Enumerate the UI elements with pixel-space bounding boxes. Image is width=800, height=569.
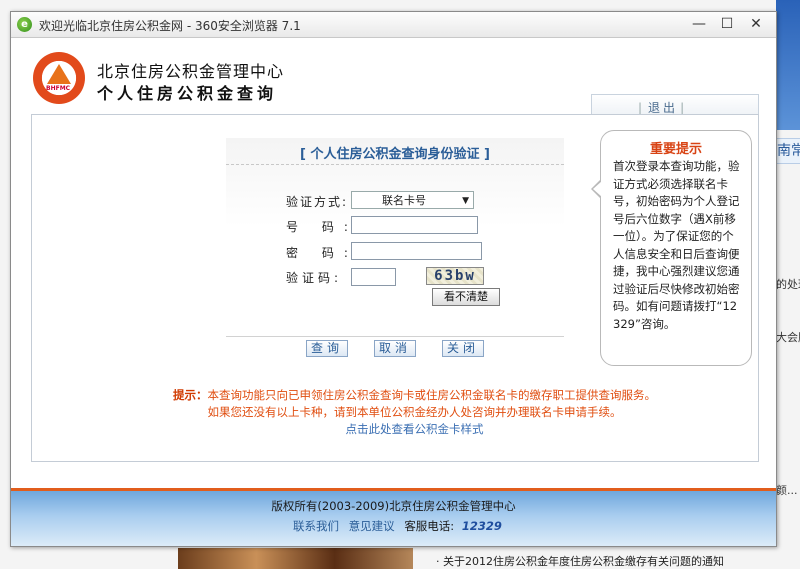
background-photo	[178, 548, 413, 569]
login-form: [ 个人住房公积金查询身份验证 ] 验证方式: 联名卡号 ▼ 号 码: 密 码:…	[226, 138, 564, 361]
browser-logo-icon: e	[17, 17, 32, 32]
form-header: [ 个人住房公积金查询身份验证 ]	[226, 138, 564, 165]
close-icon[interactable]: ✕	[744, 14, 768, 34]
notice-text-1: 本查询功能只向已申领住房公积金查询卡或住房公积金联名卡的缴存职工提供查询服务。	[207, 388, 657, 402]
window-titlebar[interactable]: e 欢迎光临北京住房公积金网 - 360安全浏览器 7.1 — ☐ ✕	[11, 12, 776, 38]
cancel-button[interactable]: 取消	[374, 340, 416, 357]
form-title: [ 个人住房公积金查询身份验证 ]	[300, 147, 490, 162]
feedback-link[interactable]: 意见建议	[349, 519, 395, 533]
method-select[interactable]: 联名卡号 ▼	[351, 191, 474, 209]
notice-prefix: 提示：	[173, 388, 208, 402]
query-button[interactable]: 查询	[306, 340, 348, 357]
notice-line-2: 如果您还没有以上卡种，请到本单位公积金经办人处咨询并办理联名卡申请手续。	[207, 405, 622, 419]
copyright: 版权所有(2003-2009)北京住房公积金管理中心	[271, 499, 516, 513]
minimize-icon[interactable]: —	[687, 14, 711, 34]
main-panel: [ 个人住房公积金查询身份验证 ] 验证方式: 联名卡号 ▼ 号 码: 密 码:…	[31, 114, 759, 462]
captcha-label: 验证码:	[286, 271, 343, 285]
tip-pointer-inner	[593, 181, 602, 197]
captcha-input[interactable]	[351, 268, 396, 286]
maximize-icon[interactable]: ☐	[715, 14, 739, 34]
tip-body: 首次登录本查询功能，验证方式必须选择联名卡号，初始密码为个人登记号后六位数字（遇…	[613, 159, 740, 331]
hotline-number: 12329	[461, 519, 502, 533]
notice-line-1: 提示：本查询功能只向已申领住房公积金查询卡或住房公积金联名卡的缴存职工提供查询服…	[32, 387, 776, 404]
logo-text: BHFMC	[46, 85, 71, 92]
close-button[interactable]: 关闭	[442, 340, 484, 357]
method-value: 联名卡号	[382, 194, 426, 207]
contact-link[interactable]: 联系我们	[293, 519, 339, 533]
background-banner	[776, 0, 800, 130]
org-logo-icon: BHFMC	[33, 52, 85, 104]
number-label: 号 码:	[286, 220, 358, 234]
notice-block: 提示：本查询功能只向已申领住房公积金查询卡或住房公积金联名卡的缴存职工提供查询服…	[32, 387, 776, 438]
background-snippet[interactable]: 颜...	[776, 482, 800, 498]
popup-window: e 欢迎光临北京住房公积金网 - 360安全浏览器 7.1 — ☐ ✕ BHFM…	[10, 11, 777, 547]
footer-links: 联系我们 意见建议 客服电话: 12329	[293, 518, 502, 534]
card-style-link[interactable]: 点击此处查看公积金卡样式	[32, 421, 776, 438]
chevron-down-icon: ▼	[462, 196, 469, 206]
background-news-item[interactable]: · 关于2012住房公积金年度住房公积金缴存有关问题的通知	[436, 553, 724, 569]
background-snippet[interactable]: 大会股	[776, 329, 800, 345]
background-tab[interactable]: 南常	[776, 138, 800, 164]
org-name: 北京住房公积金管理中心	[97, 62, 285, 81]
refresh-captcha-button[interactable]: 看不清楚	[432, 288, 500, 306]
tip-title: 重要提示	[649, 142, 702, 157]
important-tip: 重要提示 首次登录本查询功能，验证方式必须选择联名卡号，初始密码为个人登记号后六…	[591, 130, 752, 366]
logout-tab: 退出	[591, 94, 759, 116]
hotline-label: 客服电话:	[404, 519, 455, 533]
method-label: 验证方式:	[286, 195, 349, 209]
password-label: 密 码:	[286, 246, 358, 260]
page-content: BHFMC 北京住房公积金管理中心 个人住房公积金查询 退出 [ 个人住房公积金…	[11, 38, 776, 546]
password-input[interactable]	[351, 242, 482, 260]
captcha-image[interactable]: 63bw	[426, 267, 484, 285]
number-input[interactable]	[351, 216, 478, 234]
background-snippet[interactable]: 的处理	[776, 276, 800, 292]
logo-emblem	[47, 64, 71, 84]
system-name: 个人住房公积金查询	[97, 84, 278, 103]
window-title: 欢迎光临北京住房公积金网 - 360安全浏览器 7.1	[39, 19, 301, 33]
